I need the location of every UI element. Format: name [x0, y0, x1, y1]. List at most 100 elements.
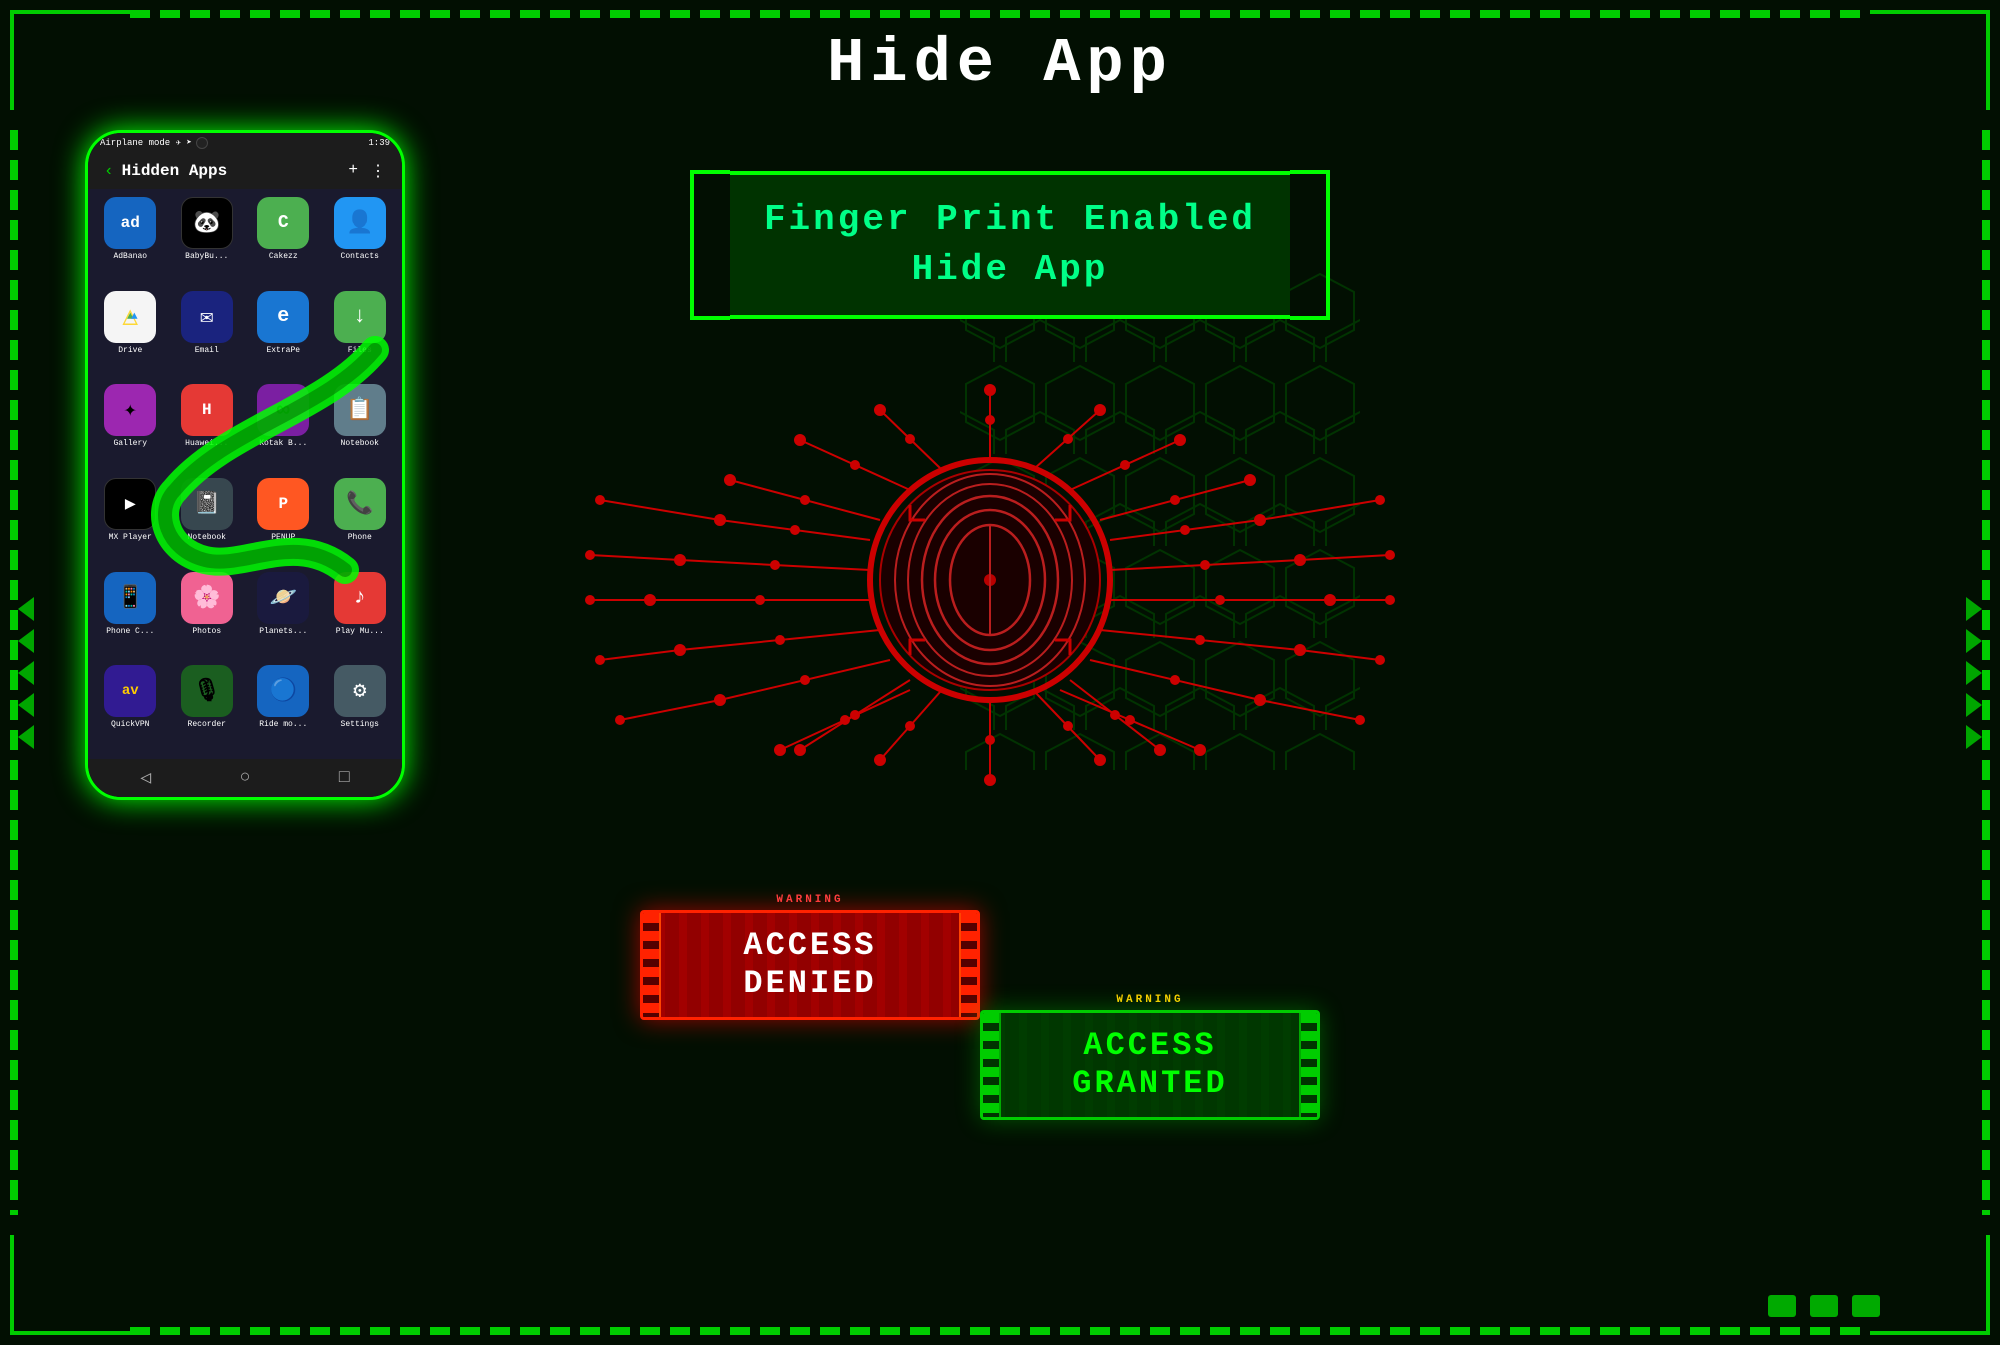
list-item[interactable]: 🎙 Recorder: [173, 665, 242, 751]
list-item[interactable]: △▲▲ Drive: [96, 291, 165, 377]
right-panel: Finger Print Enabled Hide App: [580, 120, 1920, 1220]
left-chevrons: [18, 597, 34, 749]
left-bracket: [690, 170, 730, 320]
chevron-right-icon: [1966, 629, 1982, 653]
chevron-left-icon: [18, 725, 34, 749]
chevron-right-icon: [1966, 693, 1982, 717]
list-item[interactable]: P PENUP: [249, 478, 318, 564]
app-label: Notebook: [326, 439, 395, 448]
app-label: Photos: [173, 627, 242, 636]
app-label: Huawei...: [173, 439, 242, 448]
title-line2: Hide App: [760, 245, 1260, 295]
phone-screen: Airplane mode ✈ ➤ 1:39 ‹ Hidden Apps + ⋮: [88, 133, 402, 797]
list-item[interactable]: ∞ Kotak B...: [249, 384, 318, 470]
app-label: Ride mo...: [249, 720, 318, 729]
phone-status-bar: Airplane mode ✈ ➤ 1:39: [88, 133, 402, 153]
chevron-left-icon: [18, 597, 34, 621]
phone-status-left: Airplane mode ✈ ➤: [100, 137, 208, 149]
list-item[interactable]: ✦ Gallery: [96, 384, 165, 470]
corner-decoration-bl: [10, 1235, 130, 1335]
list-item[interactable]: 📓 Notebook: [173, 478, 242, 564]
fingerprint-svg: [580, 360, 1400, 800]
app-label: Contacts: [326, 252, 395, 261]
access-denied-container: WARNING ACCESS DENIED: [640, 894, 980, 1020]
left-border-decoration: [10, 130, 18, 1215]
list-item[interactable]: 📞 Phone: [326, 478, 395, 564]
list-item[interactable]: ad AdBanao: [96, 197, 165, 283]
app-label: ExtraPe: [249, 346, 318, 355]
app-label: Gallery: [96, 439, 165, 448]
list-item[interactable]: ♪ Play Mu...: [326, 572, 395, 658]
access-granted-line2: GRANTED: [1072, 1065, 1227, 1103]
chevron-right-icon: [1966, 725, 1982, 749]
phone-frame: Airplane mode ✈ ➤ 1:39 ‹ Hidden Apps + ⋮: [85, 130, 405, 800]
list-item[interactable]: 🪐 Planets...: [249, 572, 318, 658]
access-granted-box: ACCESS GRANTED: [980, 1010, 1320, 1120]
chevron-left-icon: [18, 693, 34, 717]
granted-right-teeth: [1299, 1013, 1317, 1117]
corner-decoration-br: [1870, 1235, 1990, 1335]
access-denied-line2: DENIED: [743, 965, 876, 1003]
granted-left-teeth: [983, 1013, 1001, 1117]
app-label: Recorder: [173, 720, 242, 729]
warning-denied-label: WARNING: [640, 894, 980, 906]
list-item[interactable]: 🐼 BabyBu...: [173, 197, 242, 283]
list-item[interactable]: 🔵 Ride mo...: [249, 665, 318, 751]
phone-status-right: 1:39: [368, 138, 390, 148]
list-item[interactable]: ⚙ Settings: [326, 665, 395, 751]
app-label: Files: [326, 346, 395, 355]
list-item[interactable]: ✉ Email: [173, 291, 242, 377]
add-app-button[interactable]: +: [348, 161, 358, 181]
nav-recent-button[interactable]: □: [339, 768, 350, 788]
chevron-right-icon: [1966, 597, 1982, 621]
fingerprint-title-box: Finger Print Enabled Hide App: [730, 171, 1290, 320]
list-item[interactable]: 👤 Contacts: [326, 197, 395, 283]
list-item[interactable]: av QuickVPN: [96, 665, 165, 751]
list-item[interactable]: 📋 Notebook: [326, 384, 395, 470]
denied-right-teeth: [959, 913, 977, 1017]
phone-bottom-nav: ◁ ○ □: [88, 759, 402, 797]
phone-nav-bar: ‹ Hidden Apps + ⋮: [88, 153, 402, 189]
list-item[interactable]: e ExtraPe: [249, 291, 318, 377]
app-label: BabyBu...: [173, 252, 242, 261]
phone-mockup: Airplane mode ✈ ➤ 1:39 ‹ Hidden Apps + ⋮: [85, 130, 415, 1180]
title-line1: Finger Print Enabled: [760, 195, 1260, 245]
list-item[interactable]: C Cakezz: [249, 197, 318, 283]
list-item[interactable]: ▶ MX Player: [96, 478, 165, 564]
app-label: Settings: [326, 720, 395, 729]
back-button[interactable]: ‹: [104, 162, 114, 180]
access-denied-section: WARNING ACCESS DENIED: [610, 990, 950, 1120]
list-item[interactable]: 🌸 Photos: [173, 572, 242, 658]
indicator-dot-1: [1768, 1295, 1796, 1317]
nav-action-icons: + ⋮: [348, 161, 386, 181]
denied-left-teeth: [643, 913, 661, 1017]
nav-back-button[interactable]: ◁: [140, 767, 151, 789]
app-grid: ad AdBanao 🐼 BabyBu... C Cakezz 👤 Contac…: [88, 189, 402, 759]
fingerprint-visualization: [580, 360, 1400, 800]
app-label: PENUP: [249, 533, 318, 542]
app-label: QuickVPN: [96, 720, 165, 729]
nav-home-button[interactable]: ○: [240, 768, 251, 788]
app-label: MX Player: [96, 533, 165, 542]
access-granted-line1: ACCESS: [1072, 1027, 1227, 1065]
chevron-left-icon: [18, 661, 34, 685]
screen-title: Hidden Apps: [122, 162, 341, 180]
app-label: Cakezz: [249, 252, 318, 261]
bottom-indicator-dots: [1768, 1295, 1880, 1317]
right-border-decoration: [1982, 130, 1990, 1215]
list-item[interactable]: 📱 Phone C...: [96, 572, 165, 658]
app-label: Planets...: [249, 627, 318, 636]
access-granted-section: WARNING ACCESS GRANTED: [980, 994, 1320, 1120]
right-bracket: [1290, 170, 1330, 320]
app-label: Phone C...: [96, 627, 165, 636]
clock-display: 1:39: [368, 138, 390, 148]
list-item[interactable]: H Huawei...: [173, 384, 242, 470]
chevron-right-icon: [1966, 661, 1982, 685]
indicator-dot-2: [1810, 1295, 1838, 1317]
access-denied-text-block: ACCESS DENIED: [743, 927, 876, 1004]
access-denied-box: ACCESS DENIED: [640, 910, 980, 1020]
app-label: AdBanao: [96, 252, 165, 261]
list-item[interactable]: ↓ Files: [326, 291, 395, 377]
more-options-button[interactable]: ⋮: [370, 161, 386, 181]
fingerprint-title-text: Finger Print Enabled Hide App: [760, 195, 1260, 296]
